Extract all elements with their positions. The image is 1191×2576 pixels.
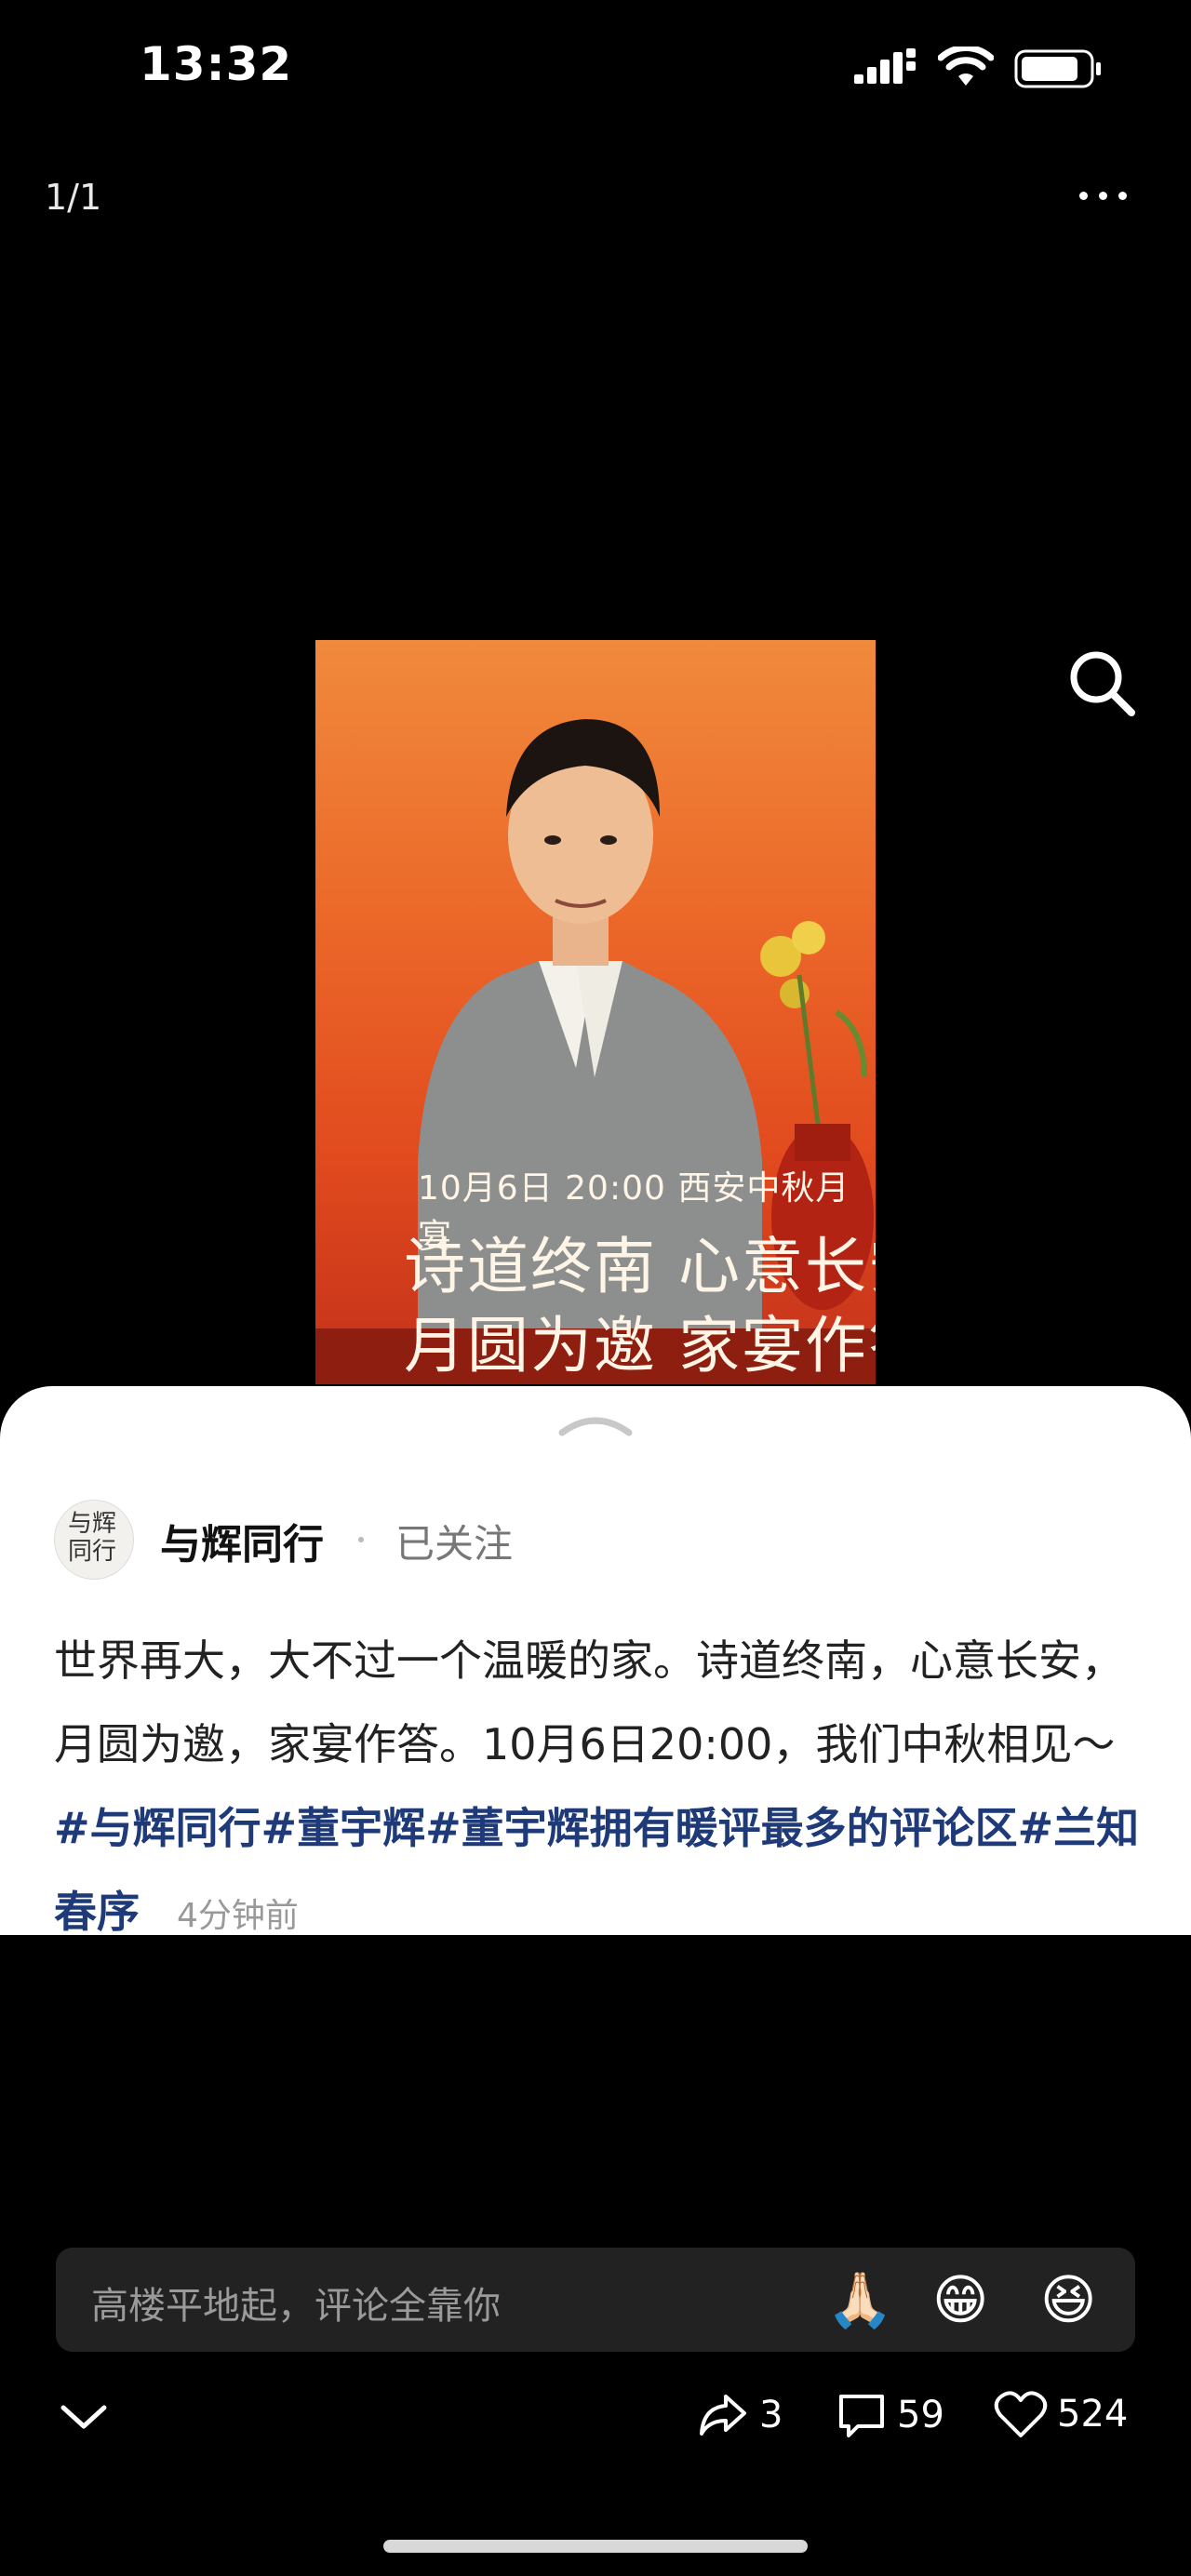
more-options-icon[interactable] — [1079, 186, 1138, 204]
comments-button[interactable]: 59 — [836, 2389, 944, 2441]
share-count: 3 — [759, 2394, 783, 2436]
grin-emoji-icon[interactable]: 😁 — [932, 2268, 988, 2331]
hashtag-link[interactable]: #董宇辉 — [261, 1803, 426, 1853]
poster-title-line-1: 诗道终南 心意长安 — [404, 1231, 876, 1302]
comment-icon — [839, 2395, 884, 2437]
author-avatar[interactable]: 与辉 同行 — [54, 1500, 134, 1580]
share-icon — [700, 2395, 746, 2436]
heart-icon — [994, 2391, 1048, 2437]
home-indicator[interactable] — [383, 2540, 808, 2553]
pray-emoji-icon[interactable]: 🙏🏻 — [826, 2268, 893, 2332]
share-button[interactable]: 3 — [696, 2389, 783, 2441]
like-count: 524 — [1057, 2393, 1129, 2436]
laugh-emoji-icon[interactable]: 😆 — [1040, 2268, 1096, 2331]
poster-title-line-2: 月圆为邀 家宴作答 — [404, 1310, 876, 1381]
status-time: 13:32 — [140, 37, 293, 91]
hashtag-link[interactable]: #与辉同行 — [54, 1803, 261, 1853]
sheet-handle-icon[interactable] — [556, 1412, 635, 1442]
battery-icon — [1014, 48, 1104, 93]
author-name[interactable]: 与辉同行 — [160, 1511, 324, 1570]
separator-dot — [358, 1537, 364, 1542]
hashtag-link[interactable]: #董宇辉拥有暖评最多的评论区 — [425, 1803, 1018, 1853]
chevron-down-icon[interactable] — [58, 2398, 110, 2439]
wifi-icon — [937, 45, 995, 91]
post-text: 世界再大，大不过一个温暖的家。诗道终南，心意长安，月圆为邀，家宴作答。10月6日… — [54, 1619, 1143, 1958]
like-button[interactable]: 524 — [994, 2389, 1128, 2439]
cellular-signal-icon — [854, 48, 921, 89]
comment-count: 59 — [897, 2394, 944, 2436]
comment-placeholder[interactable]: 高楼平地起，评论全靠你 — [91, 2276, 501, 2329]
avatar-logo-text: 与辉 同行 — [68, 1510, 117, 1566]
post-image[interactable]: 10月6日 20:00 西安中秋月宴 诗道终南 心意长安 月圆为邀 家宴作答 — [315, 640, 876, 1384]
post-time: 4分钟前 — [177, 1897, 299, 1935]
page-indicator: 1/1 — [45, 177, 102, 218]
post-body: 世界再大，大不过一个温暖的家。诗道终南，心意长安，月圆为邀，家宴作答。10月6日… — [54, 1635, 1124, 1769]
search-icon[interactable] — [1061, 642, 1144, 726]
follow-status[interactable]: 已关注 — [395, 1513, 513, 1569]
